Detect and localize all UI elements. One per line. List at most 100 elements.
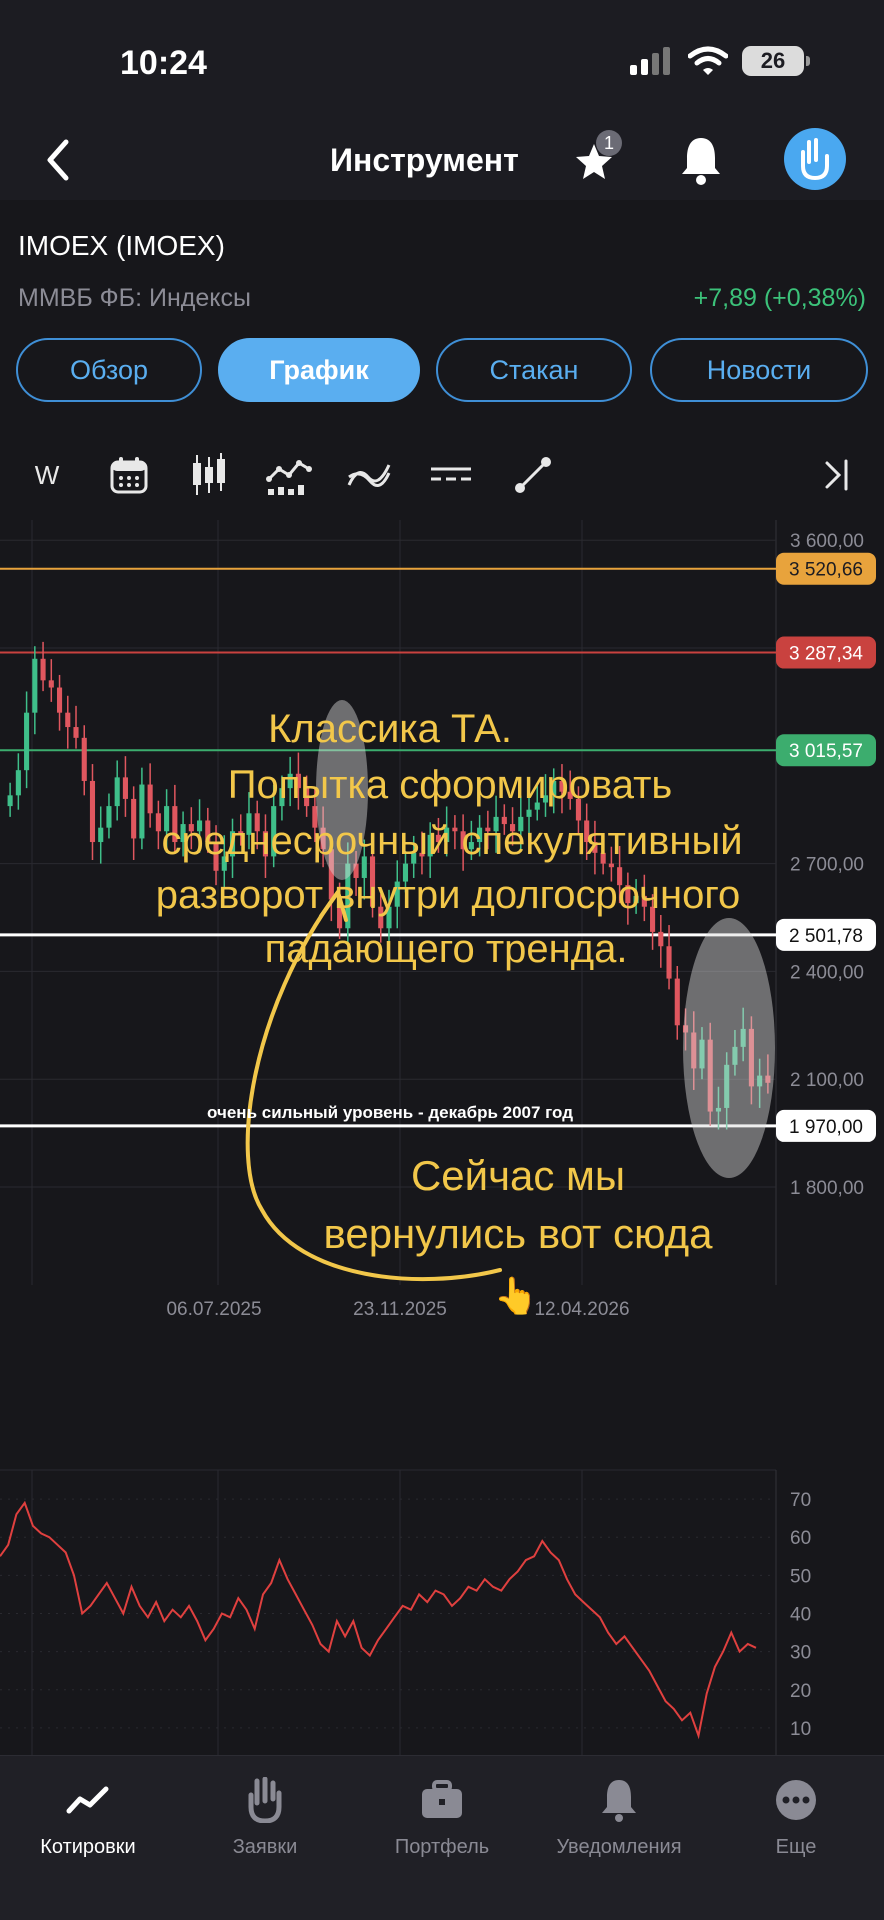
annotation-top-line-5: падающего тренда. <box>265 927 628 971</box>
candle-body <box>7 795 13 807</box>
orders-icon <box>248 1777 282 1823</box>
y-tick-label: 2 100,00 <box>790 1070 864 1091</box>
y-tick-label: 2 700,00 <box>790 855 864 876</box>
instrument-content: IMOEX (IMOEX) ММВБ ФБ: Индексы +7,89 (+0… <box>0 200 884 1755</box>
candle-body <box>73 727 79 738</box>
candle-body <box>131 798 137 839</box>
rsi-tick-label: 70 <box>790 1490 811 1511</box>
timeframe-button[interactable]: W <box>24 452 70 498</box>
rsi-pane: 70 60 50 40 30 20 10 <box>0 1469 811 1755</box>
candle-body <box>32 658 38 713</box>
candle-body <box>114 777 120 807</box>
highlight-ellipse-right <box>683 918 775 1178</box>
nav-orders[interactable]: Заявки <box>185 1774 345 1859</box>
candle-body <box>56 687 63 713</box>
rsi-line <box>0 1500 757 1740</box>
page-title: Инструмент <box>330 142 519 178</box>
tab-chart[interactable]: График <box>218 338 420 402</box>
level-label: 3 015,57 <box>789 741 863 762</box>
candles-icon <box>193 453 225 495</box>
chart-type-button[interactable] <box>186 452 232 498</box>
candle-body <box>15 770 21 796</box>
nav-quotes[interactable]: Котировки <box>8 1774 168 1859</box>
candle-body <box>65 712 71 728</box>
annotation-top-line-3: среднесрочный спекулятивный <box>161 819 742 863</box>
candle-body <box>40 658 46 681</box>
annotations: Классика ТА. Попытка сформировать средне… <box>156 700 775 1317</box>
notifications-icon <box>602 1780 636 1822</box>
candle-body <box>89 780 96 843</box>
candle-body <box>48 680 54 688</box>
back-icon[interactable] <box>38 132 78 188</box>
tab-overview[interactable]: Обзор <box>16 338 202 402</box>
battery-indicator: 26 <box>742 46 810 76</box>
nav-notifications[interactable]: Уведомления <box>539 1774 699 1859</box>
level-label: 3 287,34 <box>789 644 863 665</box>
level-label: 2 501,78 <box>789 926 863 947</box>
nav-orders-label: Заявки <box>232 1836 298 1858</box>
rsi-tick-label: 10 <box>790 1719 811 1740</box>
price-chart[interactable]: 3 600,003 300,002 700,002 400,002 100,00… <box>0 520 884 1755</box>
levels-button[interactable] <box>428 452 474 498</box>
candle-body <box>106 806 112 828</box>
rsi-tick-label: 60 <box>790 1528 811 1549</box>
calendar-button[interactable] <box>106 452 152 498</box>
candle-body <box>674 978 680 1026</box>
rsi-tick-label: 50 <box>790 1566 811 1587</box>
status-bar: 10:24 26 <box>0 0 884 120</box>
tab-order-book[interactable]: Стакан <box>436 338 632 402</box>
annotation-top-line-4: разворот внутри долгосрочного <box>156 873 741 917</box>
instrument-exchange: ММВБ ФБ: Индексы <box>18 284 251 312</box>
draw-line-button[interactable] <box>510 452 556 498</box>
annotation-bottom-line-2: вернулись вот сюда <box>324 1210 714 1257</box>
trend-icon <box>347 464 391 487</box>
candle-body <box>147 784 153 814</box>
y-tick-label: 1 800,00 <box>790 1178 864 1199</box>
instrument-change: +7,89 (+0,38%) <box>693 284 866 312</box>
candle-body <box>608 863 614 868</box>
candle-body <box>526 809 532 817</box>
annotation-top-line-1: Классика ТА. <box>268 707 512 751</box>
candle-body <box>139 784 145 839</box>
nav-portfolio-label: Портфель <box>394 1836 490 1858</box>
level-label: 3 520,66 <box>789 560 863 581</box>
go-to-end-button[interactable] <box>814 452 860 498</box>
nav-more-label: Еще <box>775 1836 817 1858</box>
candle-body <box>658 931 664 947</box>
candle-body <box>122 777 128 799</box>
rsi-tick-label: 30 <box>790 1643 811 1664</box>
nav-bar: Инструмент 1 <box>0 120 884 200</box>
candle-body <box>98 827 104 843</box>
quotes-icon <box>66 1786 109 1814</box>
candle-body <box>666 946 672 979</box>
portfolio-icon <box>422 1780 462 1818</box>
draw-line-icon <box>515 457 551 493</box>
annotation-bottom-line-1: Сейчас мы <box>411 1152 625 1199</box>
nav-portfolio[interactable]: Портфель <box>362 1774 522 1859</box>
candle-body <box>155 813 161 832</box>
bell-icon[interactable] <box>678 134 724 186</box>
x-tick-label: 12.04.2026 <box>534 1299 629 1320</box>
tab-news[interactable]: Новости <box>650 338 868 402</box>
pointing-hand-icon: 👆 <box>494 1275 539 1317</box>
indicators-button[interactable] <box>266 452 312 498</box>
annotation-top-line-2: Попытка сформировать <box>228 763 673 807</box>
rsi-tick-label: 40 <box>790 1605 811 1626</box>
instrument-ticker: IMOEX (IMOEX) <box>18 230 225 261</box>
wifi-icon <box>688 46 728 75</box>
nav-quotes-label: Котировки <box>40 1836 136 1858</box>
y-tick-label: 3 600,00 <box>790 531 864 552</box>
trend-button[interactable] <box>346 452 392 498</box>
calendar-icon <box>110 457 148 494</box>
candle-body <box>24 712 30 771</box>
level-note: очень сильный уровень - декабрь 2007 год <box>207 1103 573 1122</box>
y-tick-label: 2 400,00 <box>790 962 864 983</box>
level-label: 1 970,00 <box>789 1117 863 1138</box>
nav-more[interactable]: Еще <box>716 1774 876 1859</box>
x-tick-label: 06.07.2025 <box>166 1299 261 1320</box>
avatar[interactable] <box>784 128 846 190</box>
x-tick-label: 23.11.2025 <box>353 1299 447 1320</box>
instrument-tabs: Обзор График Стакан Новости <box>16 338 868 402</box>
candle-body <box>81 737 87 781</box>
more-icon <box>776 1780 816 1820</box>
